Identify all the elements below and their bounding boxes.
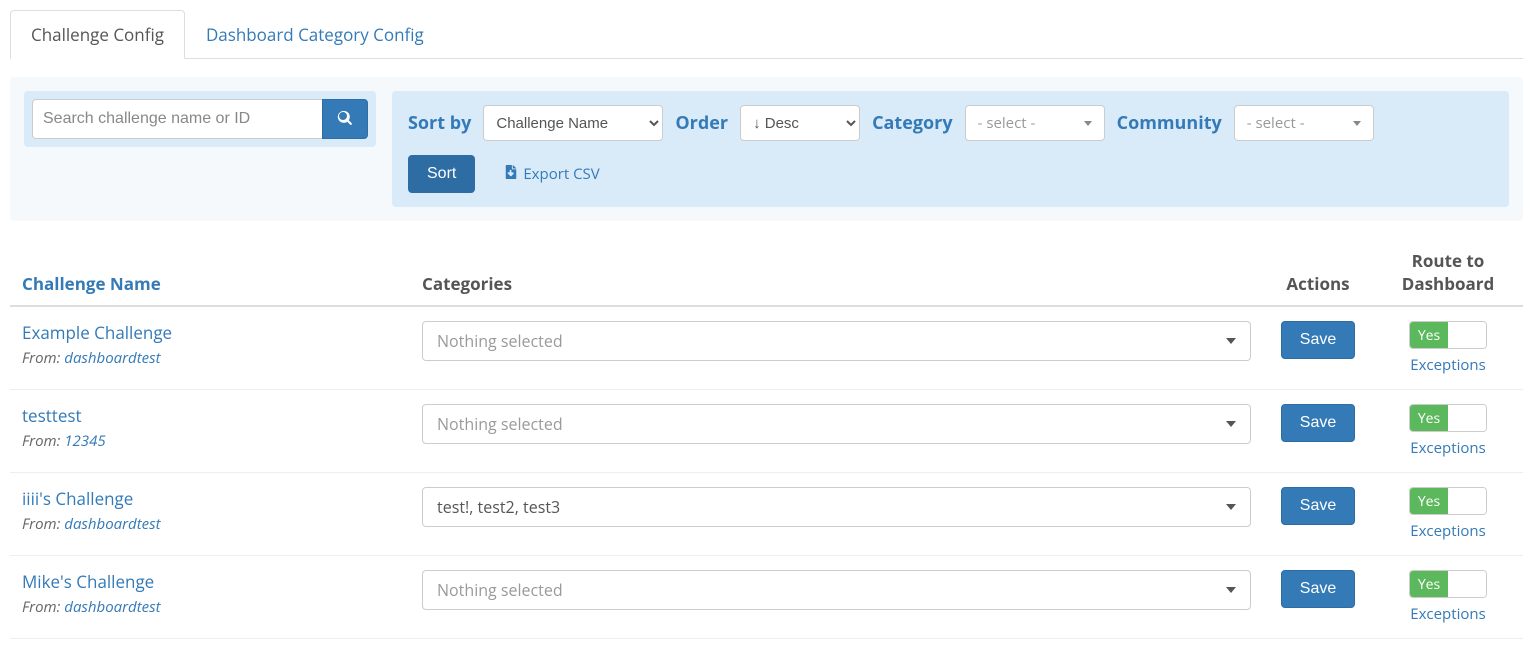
sort-actions-row: Sort Export CSV — [408, 155, 1493, 193]
chevron-down-icon — [1353, 121, 1361, 126]
search-button[interactable] — [322, 99, 368, 139]
file-icon — [505, 164, 517, 184]
col-header-categories: Categories — [410, 239, 1263, 306]
challenge-name-link[interactable]: iiii's Challenge — [22, 487, 133, 510]
sort-button-label: Sort — [427, 165, 456, 182]
order-select[interactable]: ↓ Desc — [740, 105, 860, 141]
challenge-table: Challenge Name Categories Actions Route … — [10, 239, 1523, 639]
tab-dashboard-category-config[interactable]: Dashboard Category Config — [185, 10, 445, 59]
toggle-handle — [1448, 322, 1486, 348]
route-toggle[interactable]: Yes — [1409, 321, 1487, 349]
save-button[interactable]: Save — [1281, 321, 1355, 359]
table-row: iiii's Challenge From: dashboardtest test!… — [10, 473, 1523, 556]
table-row: Example Challenge From: dashboardtest Noth… — [10, 306, 1523, 390]
chevron-down-icon — [1226, 504, 1236, 510]
from-line: From: dashboardtest — [22, 348, 398, 368]
filter-panel: Sort by Challenge Name Order ↓ Desc Cate… — [10, 77, 1523, 221]
from-link[interactable]: dashboardtest — [64, 514, 160, 534]
categories-value: Nothing selected — [437, 330, 563, 352]
categories-value: test!, test2, test3 — [437, 496, 560, 518]
search-input[interactable] — [32, 99, 322, 139]
route-toggle[interactable]: Yes — [1409, 487, 1487, 515]
from-line: From: dashboardtest — [22, 597, 398, 617]
category-value: - select - — [978, 113, 1036, 133]
col-header-challenge-name[interactable]: Challenge Name — [10, 239, 410, 306]
categories-dropdown[interactable]: Nothing selected — [422, 321, 1251, 361]
toggle-handle — [1448, 405, 1486, 431]
table-row: testtest From: 12345 Nothing selected Save Y… — [10, 390, 1523, 473]
search-wrap — [24, 91, 376, 147]
toggle-handle — [1448, 571, 1486, 597]
export-csv-link[interactable]: Export CSV — [505, 164, 599, 184]
challenge-name-link[interactable]: Example Challenge — [22, 321, 172, 344]
toggle-on-label: Yes — [1410, 488, 1448, 514]
from-link[interactable]: dashboardtest — [64, 597, 160, 617]
categories-value: Nothing selected — [437, 413, 563, 435]
from-line: From: dashboardtest — [22, 514, 398, 534]
chevron-down-icon — [1084, 121, 1092, 126]
route-toggle[interactable]: Yes — [1409, 570, 1487, 598]
sort-row: Sort by Challenge Name Order ↓ Desc Cate… — [408, 105, 1493, 141]
community-value: - select - — [1247, 113, 1305, 133]
sort-by-select[interactable]: Challenge Name — [483, 105, 663, 141]
community-select[interactable]: - select - — [1234, 105, 1374, 141]
save-button[interactable]: Save — [1281, 404, 1355, 442]
sort-panel: Sort by Challenge Name Order ↓ Desc Cate… — [392, 91, 1509, 207]
categories-value: Nothing selected — [437, 579, 563, 601]
exceptions-link[interactable]: Exceptions — [1385, 521, 1511, 541]
categories-dropdown[interactable]: test!, test2, test3 — [422, 487, 1251, 527]
challenge-name-link[interactable]: testtest — [22, 404, 82, 427]
category-select[interactable]: - select - — [965, 105, 1105, 141]
chevron-down-icon — [1226, 421, 1236, 427]
export-csv-label: Export CSV — [523, 164, 599, 184]
categories-dropdown[interactable]: Nothing selected — [422, 570, 1251, 610]
toggle-on-label: Yes — [1410, 571, 1448, 597]
toggle-on-label: Yes — [1410, 322, 1448, 348]
tab-label: Challenge Config — [31, 23, 164, 46]
tab-challenge-config[interactable]: Challenge Config — [10, 10, 185, 59]
tab-label: Dashboard Category Config — [206, 23, 424, 46]
from-link[interactable]: 12345 — [64, 431, 105, 451]
save-button[interactable]: Save — [1281, 570, 1355, 608]
sort-button[interactable]: Sort — [408, 155, 475, 193]
col-header-actions: Actions — [1263, 239, 1373, 306]
from-link[interactable]: dashboardtest — [64, 348, 160, 368]
category-label: Category — [872, 111, 953, 135]
exceptions-link[interactable]: Exceptions — [1385, 355, 1511, 375]
toggle-handle — [1448, 488, 1486, 514]
exceptions-link[interactable]: Exceptions — [1385, 604, 1511, 624]
exceptions-link[interactable]: Exceptions — [1385, 438, 1511, 458]
tab-bar: Challenge Config Dashboard Category Conf… — [10, 10, 1523, 59]
col-header-route: Route to Dashboard — [1373, 239, 1523, 306]
toggle-on-label: Yes — [1410, 405, 1448, 431]
search-icon — [337, 110, 353, 129]
chevron-down-icon — [1226, 338, 1236, 344]
save-button[interactable]: Save — [1281, 487, 1355, 525]
categories-dropdown[interactable]: Nothing selected — [422, 404, 1251, 444]
community-label: Community — [1117, 111, 1222, 135]
table-row: Mike's Challenge From: dashboardtest Nothi… — [10, 556, 1523, 639]
challenge-name-link[interactable]: Mike's Challenge — [22, 570, 154, 593]
from-line: From: 12345 — [22, 431, 398, 451]
order-label: Order — [675, 111, 728, 135]
sort-by-label: Sort by — [408, 111, 471, 135]
chevron-down-icon — [1226, 587, 1236, 593]
route-toggle[interactable]: Yes — [1409, 404, 1487, 432]
